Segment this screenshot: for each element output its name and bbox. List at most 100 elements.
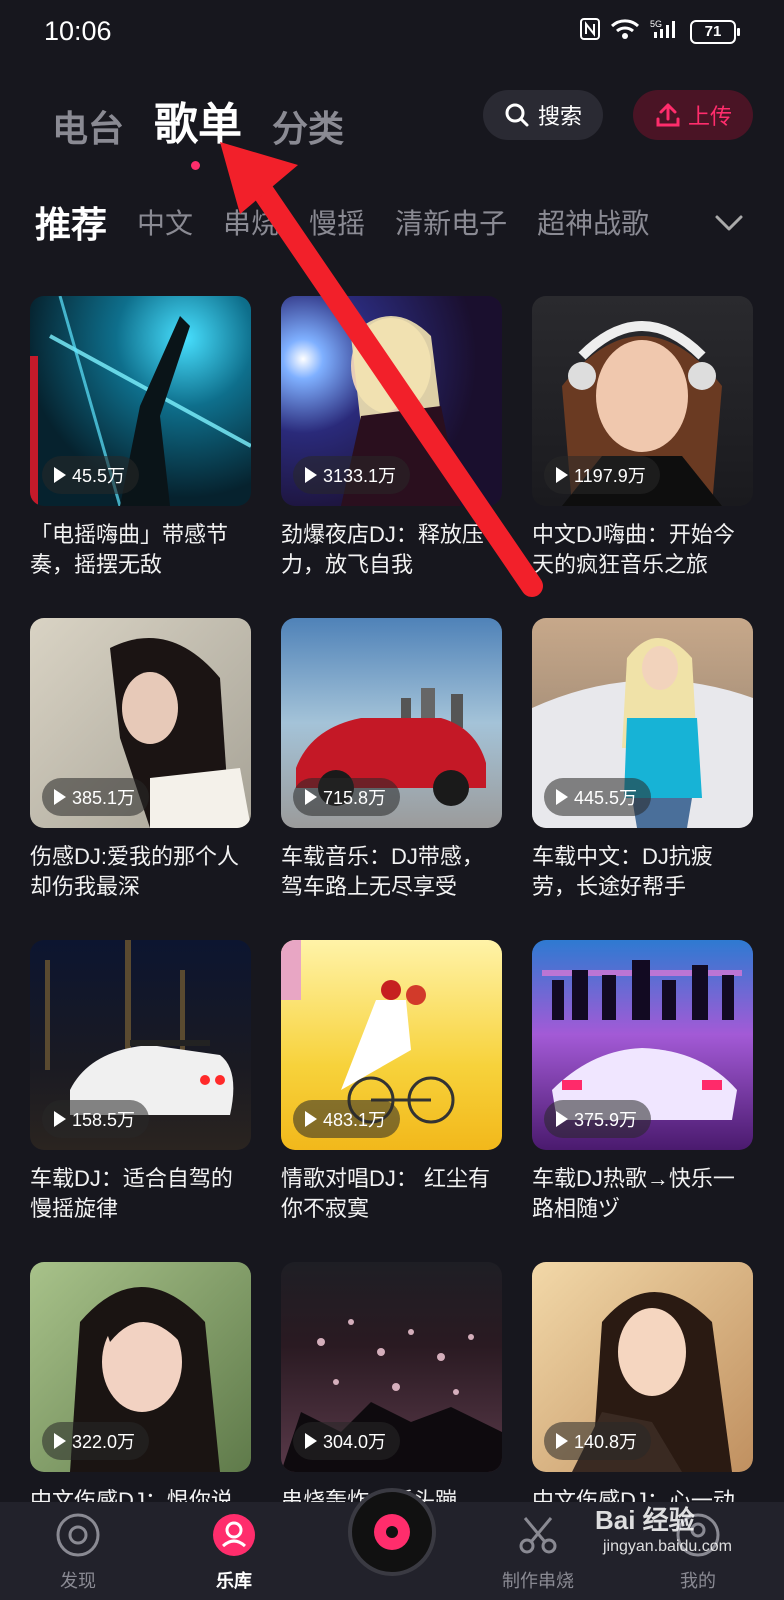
nav-library[interactable]: 乐库	[184, 1512, 284, 1593]
battery-icon: 71	[690, 19, 740, 44]
playlist-cover: 45.5万	[30, 296, 251, 506]
playlist-title: 车载音乐：DJ带感，驾车路上无尽享受	[281, 844, 484, 899]
playlist-card[interactable]: 1197.9万 中文DJ嗨曲：开始今天的疯狂音乐之旅	[532, 296, 753, 588]
active-dot	[191, 161, 201, 170]
playlist-title: 车载中文：DJ抗疲劳，长途好帮手	[532, 844, 713, 899]
category-tabs: 推荐 中文 串烧 慢摇 清新电子 超神战歌	[35, 196, 715, 248]
playlist-card[interactable]: 45.5万 「电摇嗨曲」带感节奏，摇摆无敌	[30, 296, 251, 588]
play-count: 715.8万	[293, 778, 401, 816]
play-icon	[305, 1111, 317, 1127]
play-count-value: 304.0万	[323, 1432, 387, 1452]
playlist-grid: 45.5万 「电摇嗨曲」带感节奏，摇摆无敌 3133.1万 劲爆夜店DJ：释放压…	[30, 296, 754, 1554]
tab-playlists-label: 歌单	[154, 100, 243, 149]
tab-category[interactable]: 分类	[272, 100, 344, 152]
player-disc-button[interactable]	[348, 1488, 436, 1576]
search-icon	[505, 103, 529, 127]
playlist-title: 车载DJ：适合自驾的慢摇旋律	[30, 1166, 233, 1221]
watermark-logo: Bai 经验	[595, 1505, 695, 1535]
play-icon	[556, 789, 568, 805]
play-icon	[305, 1433, 317, 1449]
playlist-cover: 322.0万	[30, 1262, 251, 1472]
playlist-card[interactable]: 483.1万 情歌对唱DJ： 红尘有你不寂寞	[281, 940, 502, 1232]
library-icon	[213, 1514, 255, 1556]
search-label: 搜索	[537, 104, 582, 129]
playlist-card[interactable]: 375.9万 车载DJ热歌→快乐一路相随ヅ	[532, 940, 753, 1232]
playlist-card[interactable]: 158.5万 车载DJ：适合自驾的慢摇旋律	[30, 940, 251, 1232]
status-icons: 5G 71	[580, 18, 740, 45]
play-count-value: 140.8万	[574, 1432, 638, 1452]
play-count-value: 158.5万	[72, 1110, 136, 1130]
play-icon	[54, 789, 66, 805]
play-count: 322.0万	[42, 1422, 150, 1460]
scissors-icon	[519, 1517, 557, 1554]
playlist-cover: 483.1万	[281, 940, 502, 1150]
status-bar: 10:06 5G 71	[0, 0, 784, 66]
play-count-value: 385.1万	[72, 788, 136, 808]
upload-button[interactable]: 上传	[633, 90, 753, 140]
play-count-value: 445.5万	[574, 788, 638, 808]
play-icon	[556, 467, 568, 483]
play-icon	[54, 1433, 66, 1449]
svg-text:5G: 5G	[650, 19, 662, 29]
category-slow-rock[interactable]: 慢摇	[309, 202, 365, 242]
nav-discover-label: 发现	[60, 1571, 96, 1591]
playlist-title: 车载DJ热歌→快乐一路相随ヅ	[532, 1166, 735, 1221]
playlist-card[interactable]: 715.8万 车载音乐：DJ带感，驾车路上无尽享受	[281, 618, 502, 910]
disc-icon	[374, 1514, 410, 1550]
discover-icon	[56, 1513, 100, 1557]
chevron-down-icon[interactable]	[712, 206, 746, 240]
play-count: 385.1万	[42, 778, 150, 816]
playlist-title: 伤感DJ:爱我的那个人却伤我最深	[30, 844, 240, 899]
category-fresh-electronic[interactable]: 清新电子	[395, 202, 507, 242]
playlist-cover: 445.5万	[532, 618, 753, 828]
nav-make-medley-label: 制作串烧	[502, 1571, 574, 1591]
playlist-cover: 1197.9万	[532, 296, 753, 506]
play-count: 375.9万	[544, 1100, 652, 1138]
play-count-value: 1197.9万	[574, 466, 646, 486]
play-icon	[305, 467, 317, 483]
playlist-cover: 158.5万	[30, 940, 251, 1150]
playlist-card[interactable]: 3133.1万 劲爆夜店DJ：释放压力，放飞自我	[281, 296, 502, 588]
play-count: 45.5万	[42, 456, 140, 494]
search-button[interactable]: 搜索	[483, 90, 603, 140]
disc-hole	[386, 1526, 398, 1538]
play-count: 304.0万	[293, 1422, 401, 1460]
category-recommend[interactable]: 推荐	[35, 196, 107, 248]
playlist-title: 中文DJ嗨曲：开始今天的疯狂音乐之旅	[532, 522, 735, 577]
wifi-icon	[610, 18, 640, 45]
play-count: 140.8万	[544, 1422, 652, 1460]
category-chinese[interactable]: 中文	[137, 202, 193, 242]
category-recommend-label: 推荐	[35, 204, 108, 245]
watermark-url: jingyan.baidu.com	[603, 1538, 732, 1555]
status-time: 10:06	[44, 16, 112, 46]
tab-radio[interactable]: 电台	[52, 100, 124, 152]
tab-playlists[interactable]: 歌单	[154, 88, 243, 170]
play-count: 483.1万	[293, 1100, 401, 1138]
play-count-value: 483.1万	[323, 1110, 387, 1130]
upload-label: 上传	[687, 104, 732, 129]
category-battle-songs[interactable]: 超神战歌	[537, 202, 649, 242]
nav-mine-label: 我的	[680, 1571, 716, 1591]
category-medley[interactable]: 串烧	[223, 202, 279, 242]
playlist-title: 劲爆夜店DJ：释放压力，放飞自我	[281, 522, 484, 577]
nav-library-label: 乐库	[216, 1571, 252, 1591]
play-icon	[54, 1111, 66, 1127]
playlist-cover: 140.8万	[532, 1262, 753, 1472]
playlist-cover: 715.8万	[281, 618, 502, 828]
top-tabs: 电台 歌单 分类	[52, 88, 344, 170]
play-icon	[556, 1111, 568, 1127]
nav-make-medley[interactable]: 制作串烧	[488, 1512, 588, 1593]
play-count-value: 322.0万	[72, 1432, 136, 1452]
playlist-title: 情歌对唱DJ： 红尘有你不寂寞	[281, 1166, 491, 1221]
playlist-cover: 385.1万	[30, 618, 251, 828]
nav-discover[interactable]: 发现	[28, 1512, 128, 1593]
play-count-value: 375.9万	[574, 1110, 638, 1130]
play-count-value: 3133.1万	[323, 466, 397, 486]
playlist-cover: 304.0万	[281, 1262, 502, 1472]
playlist-cover: 3133.1万	[281, 296, 502, 506]
play-count: 3133.1万	[293, 456, 411, 494]
playlist-card[interactable]: 445.5万 车载中文：DJ抗疲劳，长途好帮手	[532, 618, 753, 910]
play-count: 1197.9万	[544, 456, 660, 494]
playlist-cover: 375.9万	[532, 940, 753, 1150]
playlist-card[interactable]: 385.1万 伤感DJ:爱我的那个人却伤我最深	[30, 618, 251, 910]
